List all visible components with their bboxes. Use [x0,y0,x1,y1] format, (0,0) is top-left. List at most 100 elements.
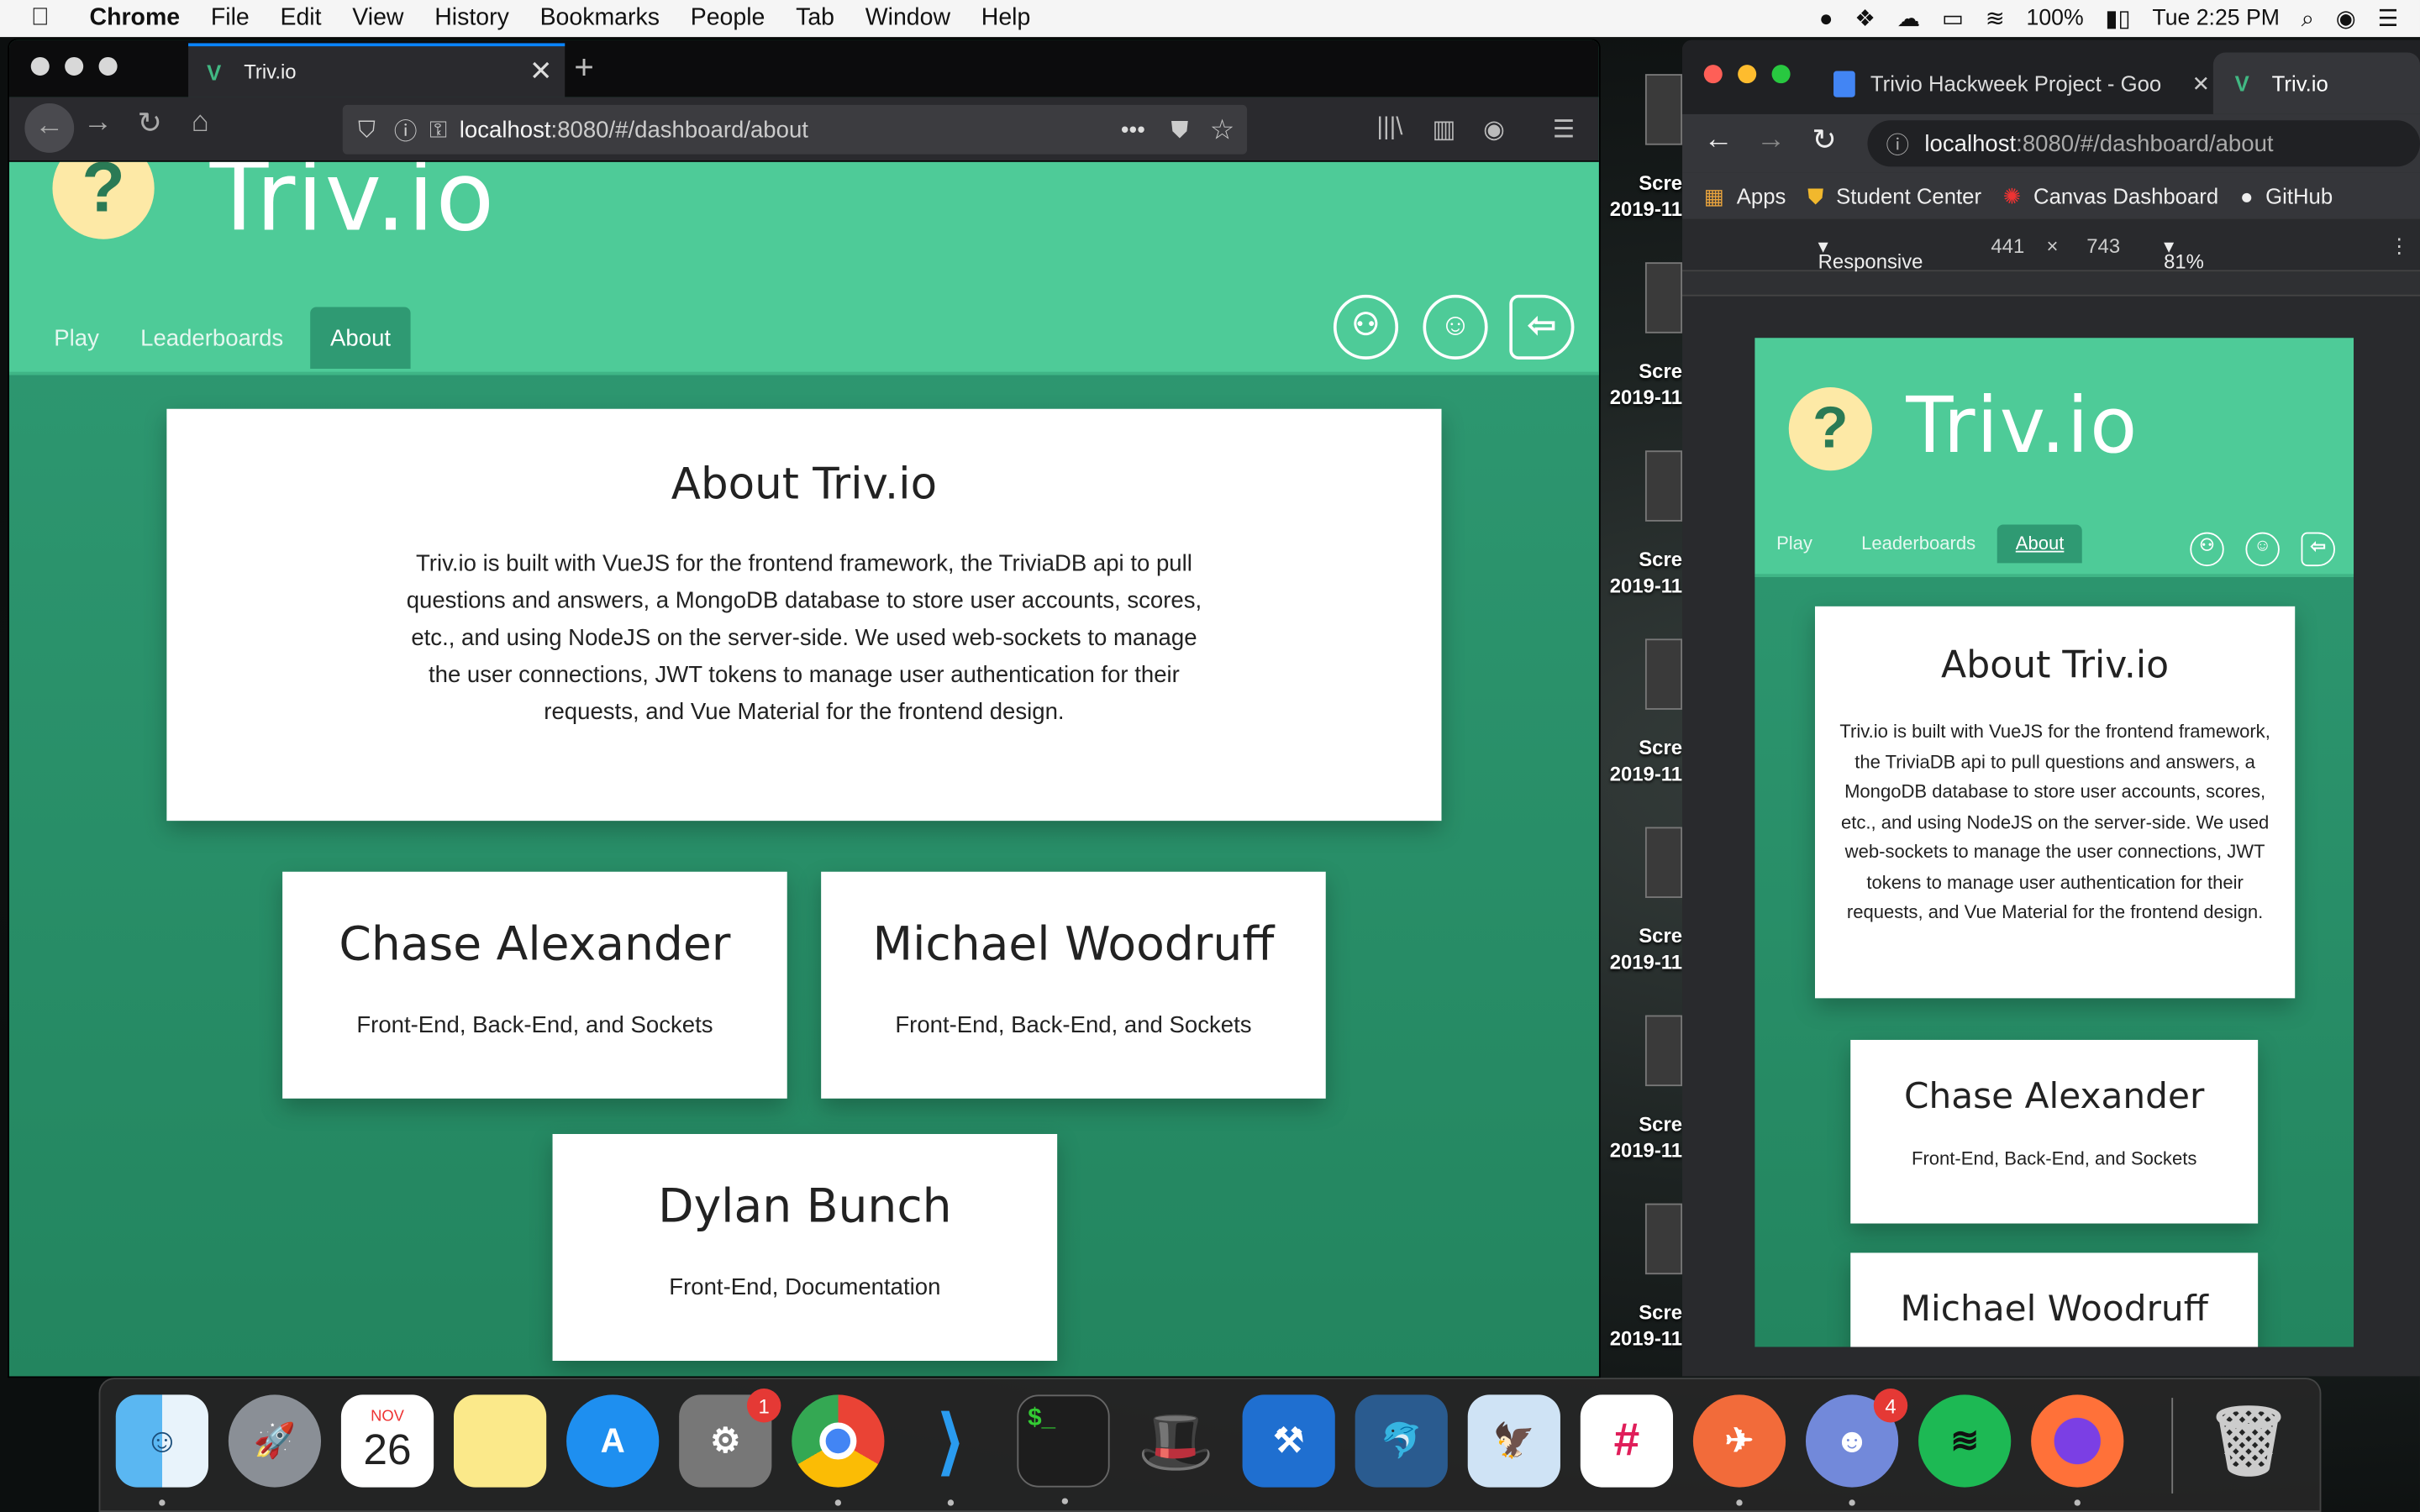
site-brand[interactable]: Triv.io [210,162,496,253]
screenshot-file-icon[interactable] [1644,1015,1683,1087]
tab-close-icon[interactable]: ✕ [2192,71,2211,97]
calendar-icon[interactable]: NOV 26 [340,1394,434,1488]
tab-trivio[interactable]: V Triv.io ✕ [188,43,566,97]
notification-center-icon[interactable]: ☰ [2378,5,2399,33]
question-logo-icon[interactable]: ? [52,161,155,239]
mysql-workbench-icon[interactable]: 🐬 [1355,1394,1448,1488]
bookmark-github[interactable]: ● GitHub [2240,184,2333,208]
system-preferences-icon[interactable]: ⚙ 1 [679,1389,781,1488]
menu-file[interactable]: File [211,5,250,33]
desktop-file-label[interactable]: Scre 2019-11 [1602,1299,1682,1352]
reload-icon[interactable]: ↻ [137,107,161,142]
url-bar[interactable]: ⓘ localhost:8080/#/dashboard/about [1867,120,2420,167]
forward-arrow-icon[interactable]: → [1756,123,1786,157]
screenshot-file-icon[interactable] [1644,450,1683,522]
device-width-input[interactable]: 441 [1991,234,2024,258]
battery-icon[interactable]: ▮▯ [2105,5,2130,33]
status-circle-icon[interactable]: ● [1819,5,1833,31]
desktop-file-label[interactable]: Scre 2019-11 [1602,734,1682,786]
info-icon[interactable]: ⓘ [1886,128,1909,160]
window-minimize-button[interactable] [65,56,84,76]
hamburger-menu-icon[interactable]: ☰ [1553,114,1575,145]
spotlight-search-icon[interactable]: ⌕ [2302,5,2314,31]
tab-google-doc[interactable]: Trivio Hackweek Project - Goo ✕ [1812,52,2210,113]
url-bar[interactable]: ⛉ ⓘ ⚿ localhost:8080/#/dashboard/about •… [342,104,1248,155]
xcode-icon[interactable]: ⚒ [1242,1394,1335,1488]
cloud-icon[interactable]: ☁ [1897,5,1921,33]
airplay-icon[interactable]: ▭ [1942,5,1964,33]
profile-icon[interactable]: ☺ [2245,532,2280,567]
vscode-icon[interactable]: ⟩ [904,1394,997,1506]
menu-bookmarks[interactable]: Bookmarks [540,5,660,33]
siri-icon[interactable]: ◉ [2336,5,2356,33]
menu-app-name[interactable]: Chrome [90,5,181,33]
desktop-file-label[interactable]: Scre 2019-11 [1602,170,1682,222]
menu-tab[interactable]: Tab [796,5,834,33]
device-zoom-select[interactable]: 81% ▾ [2164,234,2204,273]
spotify-icon[interactable]: ≋ [1918,1394,2012,1488]
group-icon[interactable]: ⚇ [2190,532,2224,567]
nav-about[interactable]: About [310,307,411,369]
window-close-button[interactable] [1703,65,1723,84]
menu-help[interactable]: Help [981,5,1031,33]
group-icon[interactable]: ⚇ [1333,294,1399,360]
postman-icon[interactable]: ✈ [1692,1394,1786,1506]
sidebar-icon[interactable]: ▥ [1432,114,1455,145]
library-icon[interactable]: |||\ [1376,114,1402,142]
nav-leaderboards[interactable]: Leaderboards [124,310,300,367]
alfred-icon[interactable]: 🎩 [1129,1394,1222,1487]
discord-icon[interactable]: ☻ 4 [1805,1389,1908,1506]
profile-icon[interactable]: ☺ [1423,294,1488,360]
more-options-icon[interactable]: ⋮ [2389,234,2409,259]
firefox-icon[interactable] [2031,1394,2124,1506]
menu-history[interactable]: History [434,5,509,33]
menu-clock[interactable]: Tue 2:25 PM [2152,6,2280,30]
desktop-file-label[interactable]: Scre 2019-11 [1602,922,1682,974]
nav-play[interactable]: Play [1776,533,1812,554]
screenshot-file-icon[interactable] [1644,1203,1683,1275]
site-brand[interactable]: Triv.io [1906,381,2139,471]
home-icon[interactable]: ⌂ [192,107,209,140]
menu-view[interactable]: View [352,5,403,33]
wifi-icon[interactable]: ≋ [1986,5,2005,33]
device-height-input[interactable]: 743 [2086,234,2120,258]
preview-icon[interactable]: 🦅 [1467,1394,1560,1488]
account-icon[interactable]: ◉ [1483,114,1505,145]
screenshot-file-icon[interactable] [1644,74,1683,145]
screenshot-file-icon[interactable] [1644,262,1683,333]
back-arrow-icon[interactable]: ← [1704,123,1733,157]
screenshot-file-icon[interactable] [1644,827,1683,898]
nav-about[interactable]: About [1996,524,2083,564]
logout-icon[interactable]: ⇦ [2301,532,2335,567]
forward-arrow-icon[interactable]: → [83,107,113,140]
dropbox-icon[interactable]: ❖ [1854,5,1876,33]
new-tab-icon[interactable]: + [574,48,594,88]
desktop-file-label[interactable]: Scre 2019-11 [1602,358,1682,410]
menu-people[interactable]: People [691,5,765,33]
desktop-file-label[interactable]: Scre 2019-11 [1602,1110,1682,1163]
menu-window[interactable]: Window [865,5,950,33]
bookmark-star-icon[interactable]: ☆ [1210,113,1235,146]
slack-icon[interactable]: # [1580,1394,1674,1488]
menu-edit[interactable]: Edit [280,5,321,33]
apple-menu-icon[interactable]:  [31,5,62,33]
bookmark-canvas-dashboard[interactable]: ✺ Canvas Dashboard [2003,183,2218,209]
screenshot-file-icon[interactable] [1644,638,1683,710]
info-icon[interactable]: ⓘ [394,113,418,146]
finder-icon[interactable]: ☺ [115,1394,208,1506]
desktop-file-label[interactable]: Scre 2019-11 [1602,546,1682,598]
page-actions-icon[interactable]: ••• [1121,117,1145,143]
bookmark-apps[interactable]: ▦ Apps [1704,183,1786,209]
tab-trivio[interactable]: V Triv.io [2212,52,2420,114]
chrome-icon[interactable] [792,1394,885,1506]
question-logo-icon[interactable]: ? [1788,387,1872,471]
nav-play[interactable]: Play [37,310,116,367]
window-minimize-button[interactable] [1738,65,1757,84]
tab-close-icon[interactable]: ✕ [529,55,553,88]
logout-icon[interactable]: ⇦ [1509,294,1575,360]
window-close-button[interactable] [30,56,50,76]
bookmark-student-center[interactable]: ⛊ Student Center [1807,183,1981,209]
reload-icon[interactable]: ↻ [1812,123,1836,159]
key-icon[interactable]: ⚿ [429,117,447,143]
window-zoom-button[interactable] [1771,65,1791,84]
